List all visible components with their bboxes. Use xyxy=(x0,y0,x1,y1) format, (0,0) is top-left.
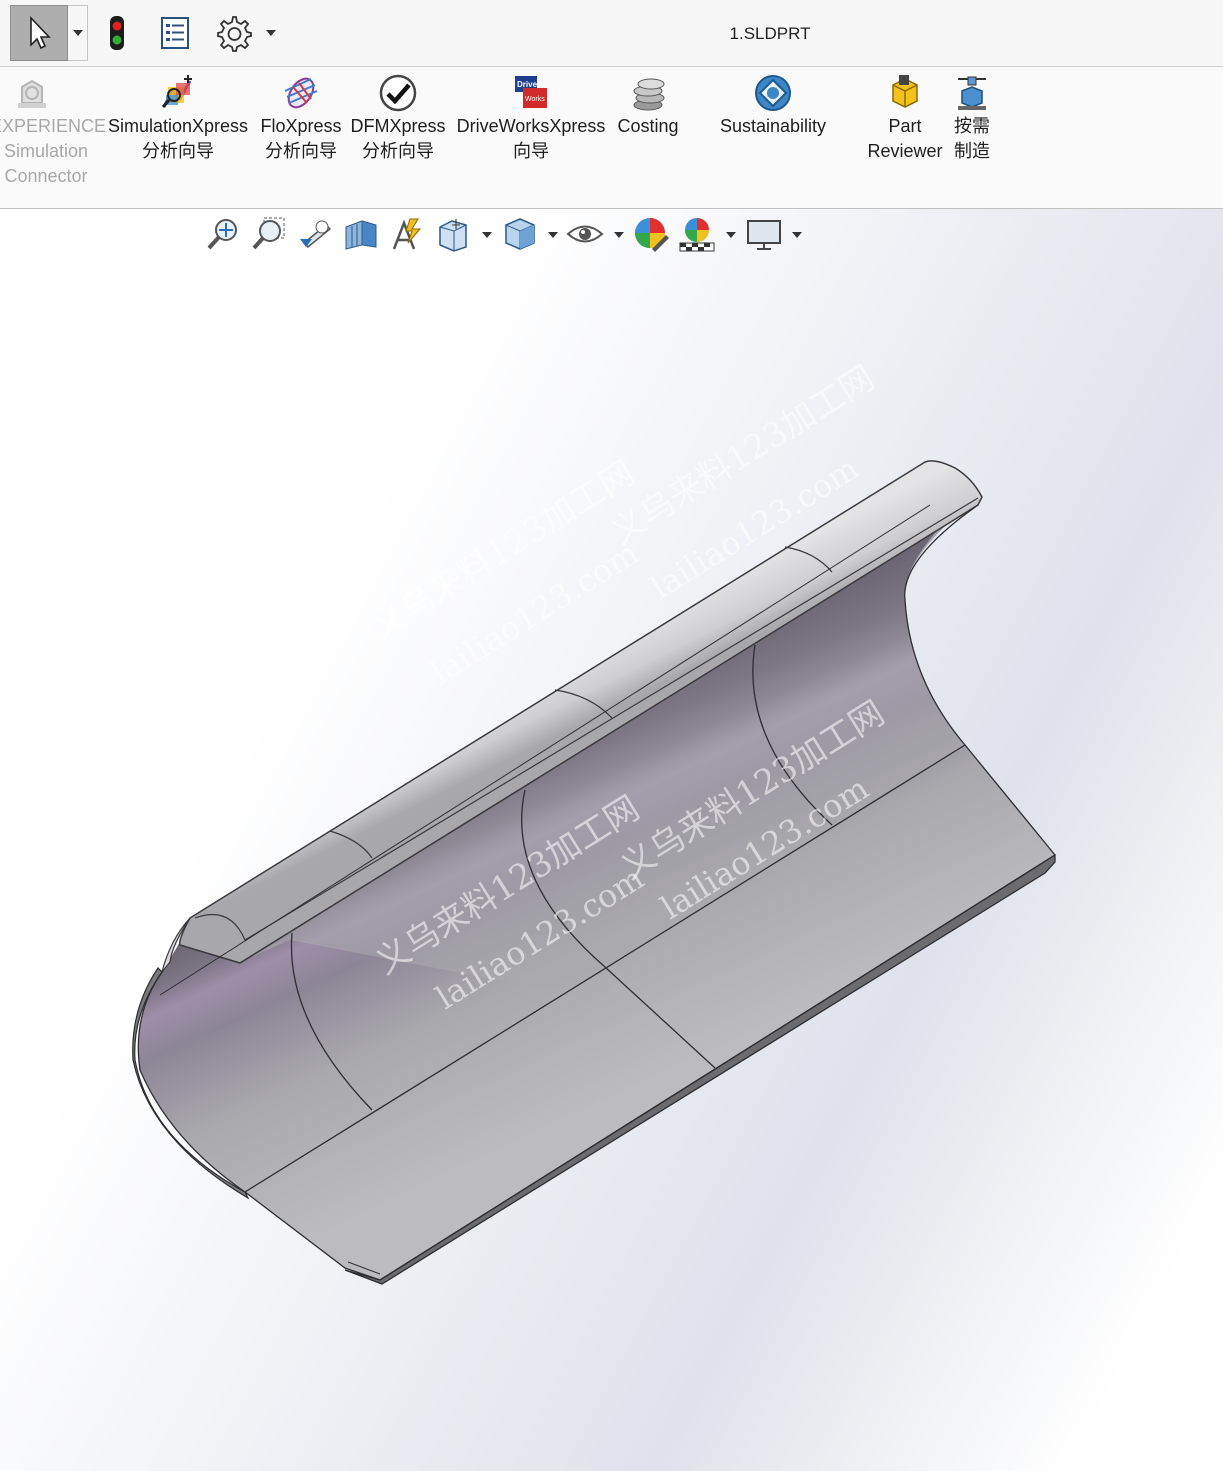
ribbon-label: 按需 制造 xyxy=(954,116,990,161)
chevron-down-icon xyxy=(266,30,276,36)
options-list-icon xyxy=(161,17,189,49)
dynamic-annotation-icon[interactable] xyxy=(388,215,426,253)
chevron-down-icon[interactable] xyxy=(482,232,492,238)
ribbon-label: DFMXpress 分析向导 xyxy=(350,116,446,161)
chevron-down-icon[interactable] xyxy=(548,232,558,238)
ribbon-label: SimulationXpress 分析向导 xyxy=(107,116,249,161)
select-button[interactable] xyxy=(10,5,68,61)
chevron-down-icon xyxy=(72,30,83,36)
ribbon-label: Costing xyxy=(617,116,679,136)
view-settings-monitor-icon[interactable] xyxy=(745,215,783,253)
ribbon-label: DriveWorksXpress 向导 xyxy=(456,116,606,161)
document-title: 1.SLDPRT xyxy=(729,24,811,43)
title-bar: 1.SLDPRT xyxy=(0,0,1223,67)
options-button[interactable] xyxy=(210,5,256,61)
ribbon-label: Part Reviewer xyxy=(867,116,943,161)
driveworksxpress-button[interactable]: Drive Works DriveWorksXpress 向导 xyxy=(452,67,610,177)
hide-show-eye-icon[interactable] xyxy=(566,215,604,253)
traffic-light-icon xyxy=(110,16,124,50)
display-style-icon[interactable] xyxy=(500,215,538,253)
heads-up-view-toolbar xyxy=(200,215,820,255)
select-dropdown-button[interactable] xyxy=(68,5,88,61)
options-dropdown[interactable] xyxy=(262,5,280,61)
simulationxpress-icon xyxy=(161,75,192,108)
view-orientation-icon[interactable] xyxy=(434,215,472,253)
ribbon-label: Sustainability xyxy=(719,116,827,136)
floxpress-button[interactable]: FloXpress 分析向导 xyxy=(258,67,344,177)
sheet-metal-part-model[interactable]: 义乌来料123加工网 lailiao123.com 义乌来料123加工网 lai… xyxy=(0,209,1223,1471)
simulationxpress-button[interactable]: SimulationXpress 分析向导 xyxy=(104,67,252,177)
experience-simulation-connector-button[interactable]: EXPERIENCE Simulation Connector xyxy=(0,67,107,197)
3d-printer-icon xyxy=(958,76,986,110)
apply-scene-icon[interactable] xyxy=(678,215,716,253)
previous-view-icon[interactable] xyxy=(296,215,334,253)
check-circle-icon xyxy=(379,74,417,112)
chevron-down-icon[interactable] xyxy=(614,232,624,238)
sustainability-button[interactable]: Sustainability xyxy=(712,67,834,177)
rebuild-button[interactable] xyxy=(103,5,131,61)
part-reviewer-icon xyxy=(892,75,918,108)
chevron-down-icon[interactable] xyxy=(792,232,802,238)
ribbon-label: EXPERIENCE Simulation Connector xyxy=(0,116,107,186)
zoom-area-icon[interactable] xyxy=(250,215,288,253)
chevron-down-icon[interactable] xyxy=(726,232,736,238)
zoom-to-fit-icon[interactable] xyxy=(204,215,242,253)
coins-stack-icon xyxy=(633,78,665,111)
edit-appearance-icon[interactable] xyxy=(632,215,670,253)
graphics-area[interactable]: 义乌来料123加工网 lailiao123.com 义乌来料123加工网 lai… xyxy=(0,209,1223,1471)
evaluate-ribbon: EXPERIENCE Simulation Connector Simulati… xyxy=(0,67,1223,209)
part-reviewer-button[interactable]: Part Reviewer xyxy=(864,67,946,177)
sustainability-icon xyxy=(755,75,791,111)
dfmxpress-button[interactable]: DFMXpress 分析向导 xyxy=(348,67,448,177)
svg-text:Drive: Drive xyxy=(517,80,538,89)
ribbon-label: FloXpress 分析向导 xyxy=(260,116,342,161)
floxpress-icon xyxy=(284,77,318,109)
manufacture-on-demand-button[interactable]: 按需 制造 xyxy=(946,67,998,177)
section-view-icon[interactable] xyxy=(342,215,380,253)
select-arrow-icon xyxy=(30,15,51,50)
file-properties-button[interactable] xyxy=(155,5,195,61)
simulation-connector-icon xyxy=(18,79,46,108)
driveworks-icon: Drive Works xyxy=(515,76,547,108)
svg-text:Works: Works xyxy=(525,96,545,103)
costing-button[interactable]: Costing xyxy=(612,67,684,177)
gear-icon xyxy=(217,16,252,52)
